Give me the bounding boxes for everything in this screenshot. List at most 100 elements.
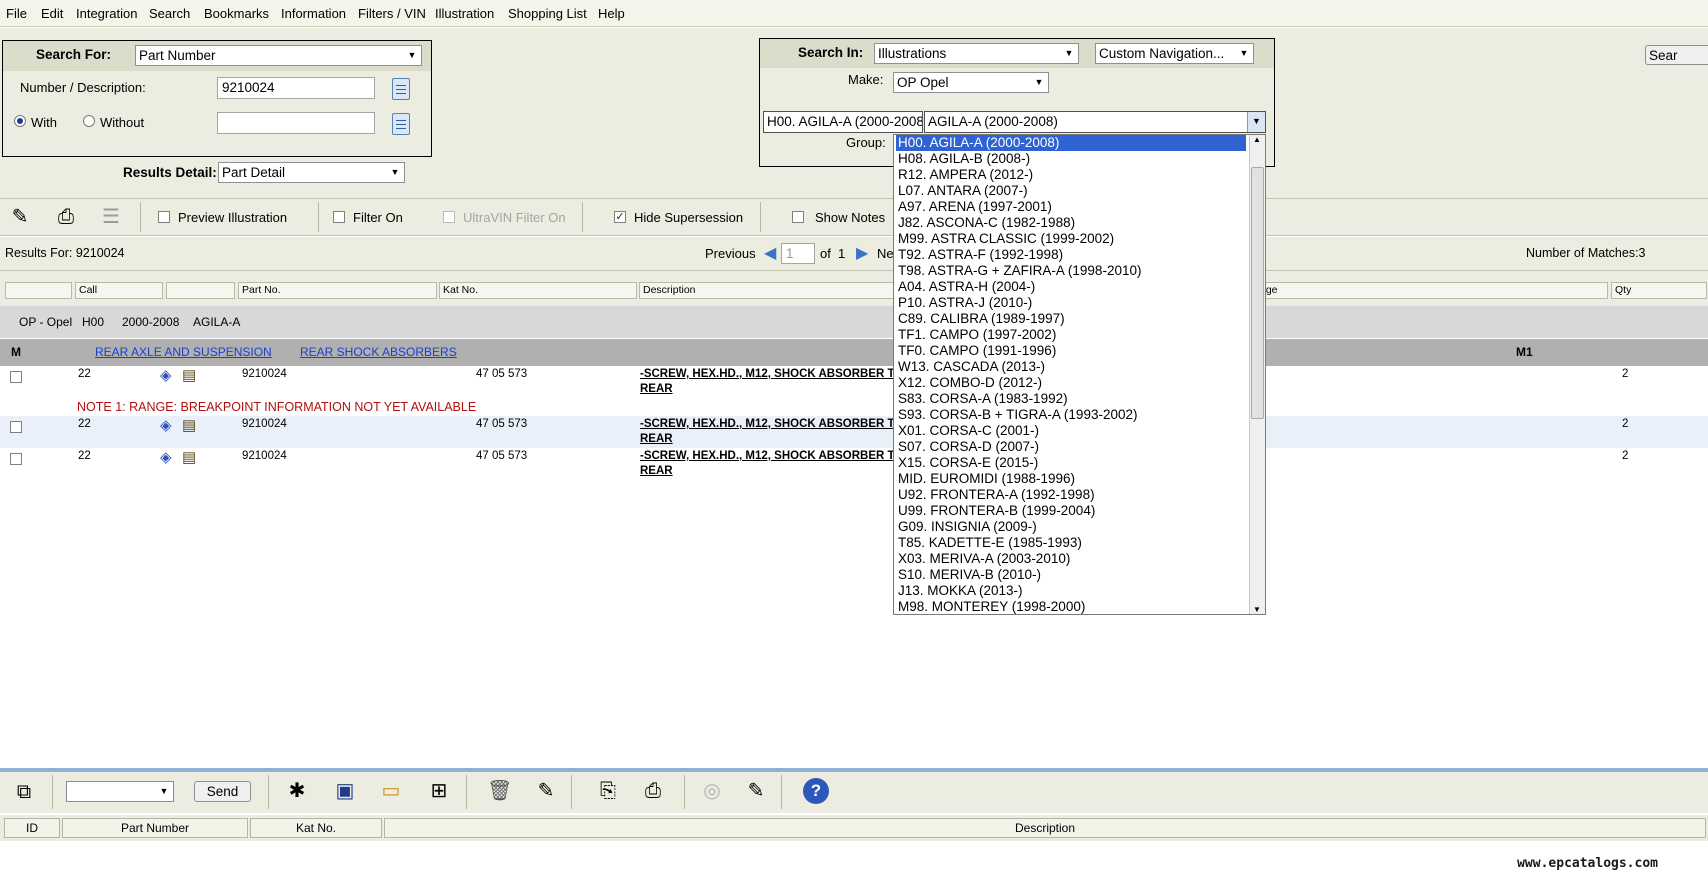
menu-file[interactable]: File (6, 6, 27, 21)
model-option[interactable]: S83. CORSA-A (1983-1992) (896, 391, 1246, 407)
model-option[interactable]: T85. KADETTE-E (1985-1993) (896, 535, 1246, 551)
document-list-icon[interactable] (392, 78, 410, 100)
search-in-select[interactable]: Illustrations ▼ (874, 43, 1079, 64)
model-option[interactable]: U99. FRONTERA-B (1999-2004) (896, 503, 1246, 519)
menu-shopping-list[interactable]: Shopping List (508, 6, 587, 21)
row-description-line2[interactable]: REAR (640, 382, 673, 397)
next-arrow-icon[interactable]: ▶ (856, 243, 868, 263)
without-radio[interactable] (83, 115, 95, 127)
filter-on-checkbox[interactable] (333, 211, 345, 223)
document-list-icon[interactable] (392, 113, 410, 135)
table-row[interactable]: 22 ◈ ▤ 9210024 47 05 573 -SCREW, HEX.HD.… (0, 366, 1708, 416)
note-icon[interactable]: ▤ (182, 416, 196, 434)
model-option[interactable]: X12. COMBO-D (2012-) (896, 375, 1246, 391)
send-button[interactable]: Send (194, 781, 251, 802)
model-option[interactable]: X15. CORSA-E (2015-) (896, 455, 1246, 471)
next-label[interactable]: Ne (877, 246, 894, 261)
table-row[interactable]: 22 ◈ ▤ 9210024 47 05 573 -SCREW, HEX.HD.… (0, 416, 1708, 448)
model-option[interactable]: A04. ASTRA-H (2004-) (896, 279, 1246, 295)
search-button[interactable]: Sear (1645, 45, 1708, 65)
number-description-input[interactable]: 9210024 (217, 77, 375, 99)
model-option[interactable]: T92. ASTRA-F (1992-1998) (896, 247, 1246, 263)
column-checkbox[interactable] (5, 282, 72, 299)
menu-bookmarks[interactable]: Bookmarks (204, 6, 269, 21)
model-option[interactable]: H00. AGILA-A (2000-2008) (896, 135, 1246, 151)
model-option[interactable]: TF1. CAMPO (1997-2002) (896, 327, 1246, 343)
column-part-number[interactable]: Part Number (62, 818, 248, 838)
send-target-select[interactable]: ▼ (66, 781, 174, 802)
search-for-select[interactable]: Part Number ▼ (135, 45, 422, 66)
model-option[interactable]: S07. CORSA-D (2007-) (896, 439, 1246, 455)
previous-arrow-icon[interactable]: ◀ (764, 243, 776, 263)
menu-information[interactable]: Information (281, 6, 346, 21)
column-part-no[interactable]: Part No. (238, 282, 437, 299)
column-icons[interactable] (166, 282, 235, 299)
model-option[interactable]: A97. ARENA (1997-2001) (896, 199, 1246, 215)
model-select[interactable]: AGILA-A (2000-2008) ▼ (924, 111, 1266, 133)
print-icon[interactable]: ⎙ (54, 205, 78, 229)
model-option[interactable]: U92. FRONTERA-A (1992-1998) (896, 487, 1246, 503)
previous-label[interactable]: Previous (705, 246, 756, 261)
note-icon[interactable]: ▤ (182, 366, 196, 384)
model-option[interactable]: TF0. CAMPO (1991-1996) (896, 343, 1246, 359)
open-folder-icon[interactable]: ▭ (379, 779, 403, 803)
row-description[interactable]: -SCREW, HEX.HD., M12, SHOCK ABSORBER T (640, 367, 895, 382)
delete-icon[interactable]: 🗑 (487, 779, 512, 803)
window-icon[interactable]: ⧉ (12, 780, 36, 804)
illustration-icon[interactable]: ◈ (160, 366, 172, 384)
column-id[interactable]: ID (4, 818, 60, 838)
show-notes-checkbox[interactable] (792, 211, 804, 223)
model-option[interactable]: W13. CASCADA (2013-) (896, 359, 1246, 375)
page-number-input[interactable]: 1 (781, 243, 815, 264)
column-kat-no[interactable]: Kat No. (439, 282, 637, 299)
row-description-line2[interactable]: REAR (640, 464, 673, 479)
model-option[interactable]: R12. AMPERA (2012-) (896, 167, 1246, 183)
column-qty[interactable]: Qty (1611, 282, 1707, 299)
menu-integration[interactable]: Integration (76, 6, 137, 21)
row-description[interactable]: -SCREW, HEX.HD., M12, SHOCK ABSORBER T (640, 449, 895, 464)
print-list-icon[interactable]: ⎙ (641, 779, 665, 803)
new-list-icon[interactable]: ✱ (285, 779, 309, 803)
model-option[interactable]: G09. INSIGNIA (2009-) (896, 519, 1246, 535)
row-checkbox[interactable] (10, 371, 22, 383)
row-checkbox[interactable] (10, 421, 22, 433)
model-option[interactable]: M99. ASTRA CLASSIC (1999-2002) (896, 231, 1246, 247)
model-option[interactable]: M98. MONTEREY (1998-2000) (896, 599, 1246, 614)
model-option[interactable]: T98. ASTRA-G + ZAFIRA-A (1998-2010) (896, 263, 1246, 279)
edit-list-icon[interactable]: ✎ (534, 779, 558, 803)
scroll-down-icon[interactable]: ▼ (1253, 605, 1261, 614)
chevron-down-icon[interactable]: ▼ (1247, 112, 1265, 132)
notes-icon[interactable]: ✎ (744, 779, 768, 803)
custom-navigation-select[interactable]: Custom Navigation... ▼ (1095, 43, 1254, 64)
scrollbar-thumb[interactable] (1251, 167, 1264, 419)
scroll-up-icon[interactable]: ▲ (1253, 135, 1261, 144)
preview-illustration-checkbox[interactable] (158, 211, 170, 223)
edit-icon[interactable]: ✎ (8, 205, 32, 229)
dropdown-scrollbar[interactable]: ▲ ▼ (1249, 135, 1265, 614)
without-input[interactable] (217, 112, 375, 134)
column-kat-no[interactable]: Kat No. (250, 818, 382, 838)
column-description[interactable]: Description (384, 818, 1706, 838)
menu-help[interactable]: Help (598, 6, 625, 21)
model-option[interactable]: J82. ASCONA-C (1982-1988) (896, 215, 1246, 231)
hide-supersession-checkbox[interactable]: ✓ (614, 211, 626, 223)
help-icon[interactable]: ? (803, 778, 829, 804)
model-option[interactable]: X01. CORSA-C (2001-) (896, 423, 1246, 439)
model-option[interactable]: H08. AGILA-B (2008-) (896, 151, 1246, 167)
export-icon[interactable]: ⎘ (596, 779, 620, 803)
model-option[interactable]: X03. MERIVA-A (2003-2010) (896, 551, 1246, 567)
menu-illustration[interactable]: Illustration (435, 6, 494, 21)
column-range[interactable]: nge (1256, 282, 1608, 299)
model-option[interactable]: J13. MOKKA (2013-) (896, 583, 1246, 599)
illustration-icon[interactable]: ◈ (160, 448, 172, 466)
model-dropdown-list[interactable]: H00. AGILA-A (2000-2008) H08. AGILA-B (2… (893, 134, 1266, 615)
model-option[interactable]: MID. EUROMIDI (1988-1996) (896, 471, 1246, 487)
illustration-icon[interactable]: ◈ (160, 416, 172, 434)
note-icon[interactable]: ▤ (182, 448, 196, 466)
with-radio[interactable] (14, 115, 26, 127)
row-description-line2[interactable]: REAR (640, 432, 673, 447)
model-option[interactable]: C89. CALIBRA (1989-1997) (896, 311, 1246, 327)
model-option[interactable]: P10. ASTRA-J (2010-) (896, 295, 1246, 311)
rear-axle-link[interactable]: REAR AXLE AND SUSPENSION (95, 345, 272, 359)
column-description[interactable]: Description (639, 282, 894, 299)
